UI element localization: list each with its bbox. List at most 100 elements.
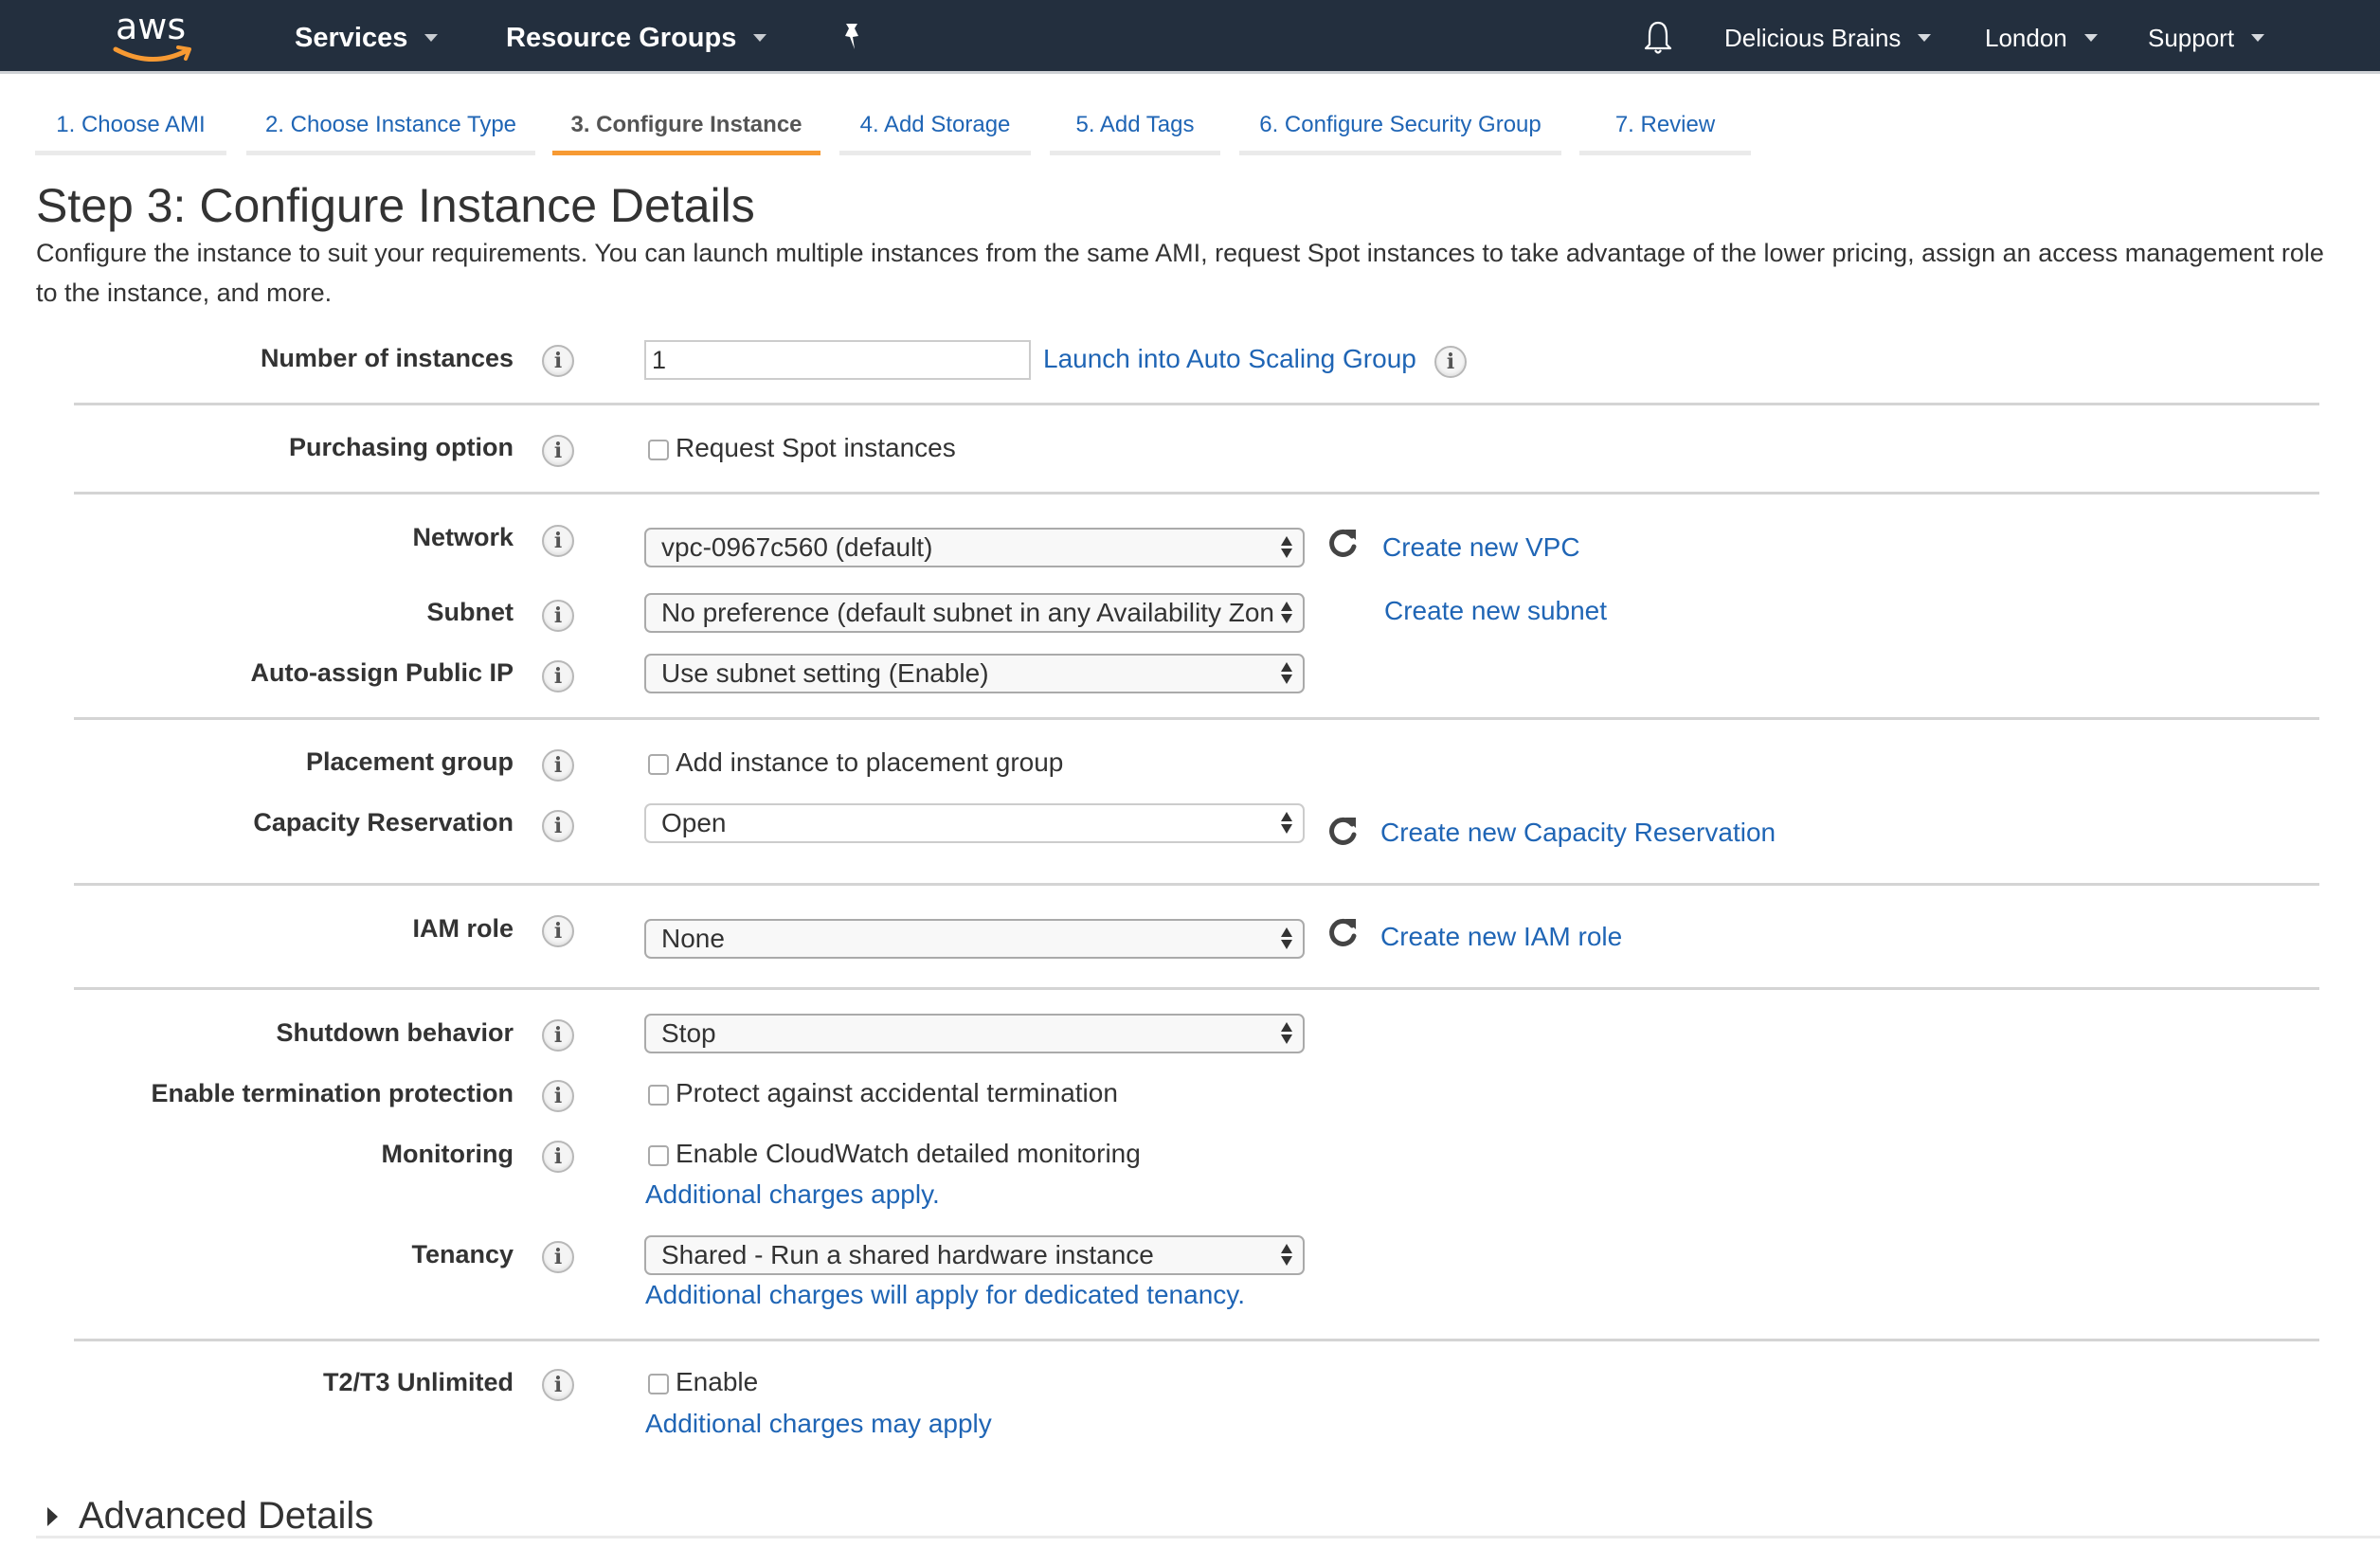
subnet-select[interactable]: No preference (default subnet in any Ava… xyxy=(644,593,1305,633)
tenancy-select[interactable]: Shared - Run a shared hardware instance xyxy=(644,1235,1305,1275)
info-icon[interactable]: i xyxy=(542,1141,574,1173)
aws-logo[interactable]: aws xyxy=(112,6,197,63)
shutdown-behavior-select[interactable]: Stop xyxy=(644,1014,1305,1053)
tab-underline xyxy=(1050,151,1220,155)
select-arrows-icon xyxy=(1274,599,1299,627)
refresh-icon[interactable] xyxy=(1325,915,1361,951)
tab-underline-active xyxy=(552,151,820,155)
network-select[interactable]: vpc-0967c560 (default) xyxy=(644,528,1305,567)
t2t3-unlimited-checkbox[interactable] xyxy=(648,1374,669,1394)
tab-configure-instance[interactable]: 3. Configure Instance xyxy=(552,106,820,155)
t2t3-charges-link[interactable]: Additional charges may apply xyxy=(645,1409,992,1439)
chevron-down-icon xyxy=(1918,34,1932,42)
bell-icon[interactable] xyxy=(1641,19,1675,57)
tab-label: 2. Choose Instance Type xyxy=(264,112,517,137)
select-arrows-icon xyxy=(1274,1241,1299,1269)
section-divider xyxy=(74,1339,2319,1341)
services-menu[interactable]: Services xyxy=(295,21,439,55)
info-icon[interactable]: i xyxy=(542,915,574,947)
number-of-instances-label: Number of instances xyxy=(260,344,514,372)
subnet-label: Subnet xyxy=(426,598,514,626)
tenancy-charges-link[interactable]: Additional charges will apply for dedica… xyxy=(645,1280,1245,1310)
info-icon[interactable]: i xyxy=(542,1369,574,1401)
create-new-vpc-link[interactable]: Create new VPC xyxy=(1382,532,1580,563)
create-new-subnet-link[interactable]: Create new subnet xyxy=(1384,596,1607,626)
info-icon[interactable]: i xyxy=(542,525,574,557)
tab-underline xyxy=(246,151,535,155)
info-icon[interactable]: i xyxy=(1434,346,1467,378)
info-icon[interactable]: i xyxy=(542,749,574,782)
number-of-instances-input[interactable] xyxy=(644,340,1031,380)
select-arrows-icon xyxy=(1274,809,1299,837)
tab-add-tags[interactable]: 5. Add Tags xyxy=(1050,106,1220,155)
monitoring-label: Monitoring xyxy=(381,1140,514,1168)
capacity-reservation-label: Capacity Reservation xyxy=(253,808,514,836)
subnet-select-value: No preference (default subnet in any Ava… xyxy=(661,598,1274,627)
tab-review[interactable]: 7. Review xyxy=(1579,106,1751,155)
tab-label: 4. Add Storage xyxy=(859,112,1011,137)
select-arrows-icon xyxy=(1274,659,1299,688)
top-navigation-bar: aws Services Resource Groups Delicious B… xyxy=(0,0,2380,74)
select-arrows-icon xyxy=(1274,925,1299,953)
tab-choose-ami[interactable]: 1. Choose AMI xyxy=(35,106,226,155)
placement-group-checkbox[interactable] xyxy=(648,754,669,775)
region-menu[interactable]: London xyxy=(1985,21,2098,55)
info-icon[interactable]: i xyxy=(542,810,574,842)
refresh-icon[interactable] xyxy=(1325,526,1361,562)
cloudwatch-monitoring-checkbox-label[interactable]: Enable CloudWatch detailed monitoring xyxy=(676,1139,1141,1169)
account-menu[interactable]: Delicious Brains xyxy=(1724,21,1932,55)
termination-protection-checkbox-label[interactable]: Protect against accidental termination xyxy=(676,1078,1118,1108)
cloudwatch-monitoring-checkbox[interactable] xyxy=(648,1145,669,1166)
tab-add-storage[interactable]: 4. Add Storage xyxy=(839,106,1031,155)
page-description: Configure the instance to suit your requ… xyxy=(36,239,2324,307)
create-new-iam-role-link[interactable]: Create new IAM role xyxy=(1380,922,1622,952)
shutdown-behavior-label: Shutdown behavior xyxy=(276,1018,514,1047)
tab-choose-instance-type[interactable]: 2. Choose Instance Type xyxy=(246,106,535,155)
t2t3-unlimited-checkbox-label[interactable]: Enable xyxy=(676,1367,758,1397)
info-icon[interactable]: i xyxy=(542,1080,574,1112)
pushpin-icon[interactable] xyxy=(838,21,866,53)
tab-underline xyxy=(839,151,1031,155)
info-icon[interactable]: i xyxy=(542,1241,574,1273)
chevron-down-icon xyxy=(2083,34,2098,42)
support-menu[interactable]: Support xyxy=(2148,21,2265,55)
request-spot-checkbox[interactable] xyxy=(648,440,669,460)
tab-label: 6. Configure Security Group xyxy=(1259,112,1542,137)
resource-groups-menu[interactable]: Resource Groups xyxy=(506,21,767,55)
tab-configure-security-group[interactable]: 6. Configure Security Group xyxy=(1239,106,1561,155)
info-icon[interactable]: i xyxy=(542,345,574,377)
page-title: Step 3: Configure Instance Details xyxy=(36,179,755,232)
termination-protection-label: Enable termination protection xyxy=(151,1079,514,1107)
purchasing-option-label: Purchasing option xyxy=(288,433,514,461)
services-label: Services xyxy=(295,22,408,53)
shutdown-behavior-value: Stop xyxy=(661,1018,716,1048)
termination-protection-checkbox[interactable] xyxy=(648,1085,669,1106)
tab-label: 5. Add Tags xyxy=(1075,112,1195,137)
advanced-details-toggle[interactable]: Advanced Details xyxy=(47,1495,373,1538)
tenancy-label: Tenancy xyxy=(411,1240,514,1268)
placement-group-checkbox-label[interactable]: Add instance to placement group xyxy=(676,747,1063,778)
auto-assign-public-ip-select[interactable]: Use subnet setting (Enable) xyxy=(644,654,1305,693)
info-icon[interactable]: i xyxy=(542,435,574,467)
launch-auto-scaling-link[interactable]: Launch into Auto Scaling Group xyxy=(1043,344,1416,374)
monitoring-charges-link[interactable]: Additional charges apply. xyxy=(645,1179,940,1210)
chevron-down-icon xyxy=(424,34,439,42)
info-icon[interactable]: i xyxy=(542,1019,574,1052)
capacity-reservation-select[interactable]: Open xyxy=(644,803,1305,843)
account-label: Delicious Brains xyxy=(1724,23,1902,52)
auto-assign-public-ip-label: Auto-assign Public IP xyxy=(250,658,514,687)
chevron-down-icon xyxy=(753,34,767,42)
tab-underline xyxy=(1239,151,1561,155)
advanced-details-label: Advanced Details xyxy=(79,1495,374,1537)
auto-assign-public-ip-value: Use subnet setting (Enable) xyxy=(661,658,989,688)
iam-role-select[interactable]: None xyxy=(644,919,1305,959)
section-divider xyxy=(74,987,2319,990)
info-icon[interactable]: i xyxy=(542,660,574,693)
request-spot-label[interactable]: Request Spot instances xyxy=(676,433,956,463)
info-icon[interactable]: i xyxy=(542,600,574,632)
network-label: Network xyxy=(412,523,514,551)
tab-label: 3. Configure Instance xyxy=(570,112,802,137)
region-label: London xyxy=(1985,23,2067,52)
refresh-icon[interactable] xyxy=(1325,814,1361,850)
create-new-capacity-reservation-link[interactable]: Create new Capacity Reservation xyxy=(1380,818,1776,848)
